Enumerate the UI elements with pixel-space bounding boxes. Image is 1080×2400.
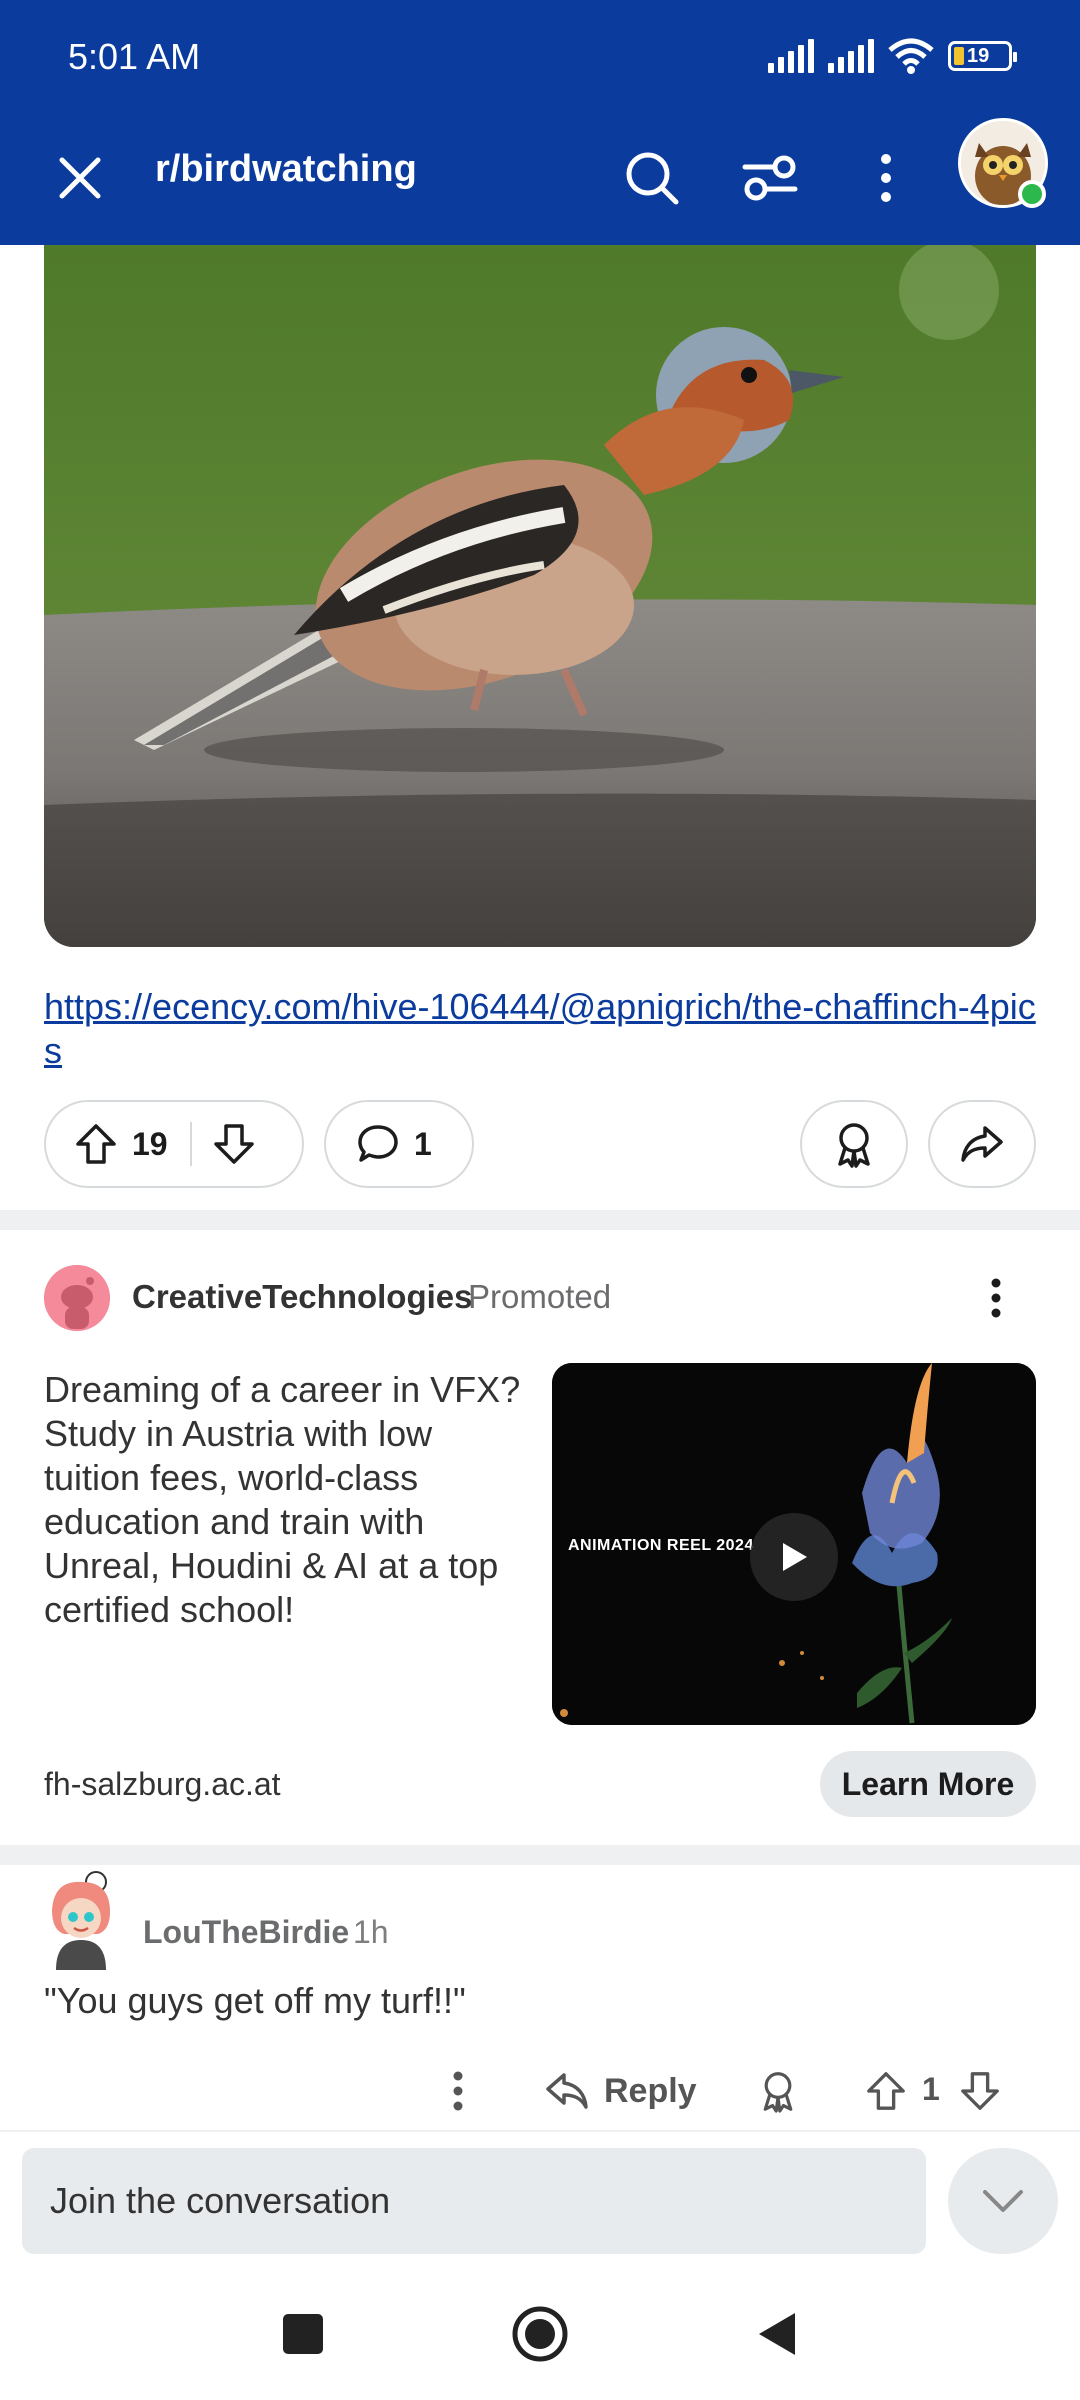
learn-more-button[interactable]: Learn More: [820, 1751, 1036, 1817]
comment-more-button[interactable]: [428, 2061, 488, 2121]
award-icon: [763, 2072, 793, 2113]
comment-icon: [358, 1125, 398, 1162]
signal-icon: [768, 39, 814, 73]
system-nav-bar: [0, 2265, 1080, 2400]
status-time: 5:01 AM: [68, 36, 201, 77]
divider: [0, 1845, 1080, 1865]
divider: [0, 1210, 1080, 1230]
upvote-icon[interactable]: [74, 1122, 118, 1166]
app-header: 5:01 AM 19 r/birdwatching: [0, 0, 1080, 245]
sort-button[interactable]: [730, 138, 810, 218]
comment-actions: Reply 1: [0, 2055, 1080, 2125]
comment-time: 1h: [353, 1914, 389, 1950]
comment-avatar[interactable]: [38, 1870, 124, 1970]
sort-filter-icon: [742, 155, 798, 201]
promoted-label: Promoted: [468, 1278, 612, 1315]
search-icon: [626, 152, 679, 205]
play-icon: [783, 1543, 807, 1571]
post-actions: 19 1: [44, 1100, 1036, 1188]
award-icon: [838, 1123, 870, 1168]
compose-bar: Join the conversation: [0, 2130, 1080, 2265]
back-triangle-icon: [759, 2313, 795, 2355]
downvote-icon[interactable]: [212, 1122, 256, 1166]
share-icon: [961, 1126, 1003, 1162]
vertical-dots-icon: [881, 154, 891, 202]
close-icon: [59, 157, 101, 199]
square-icon: [283, 2314, 323, 2354]
comment-upvote-button[interactable]: [856, 2061, 916, 2121]
promoted-author[interactable]: CreativeTechnologies: [132, 1278, 473, 1316]
wifi-icon: [888, 38, 934, 74]
vertical-dots-icon: [453, 2071, 463, 2111]
promoted-domain[interactable]: fh-salzburg.ac.at: [44, 1766, 281, 1803]
chaffinch-photo: [44, 245, 1036, 947]
comment-body: "You guys get off my turf!!": [44, 1980, 466, 2021]
upvote-icon: [867, 2072, 905, 2110]
home-button[interactable]: [495, 2289, 585, 2379]
promoted-avatar[interactable]: [44, 1265, 110, 1331]
comment-username[interactable]: LouTheBirdie: [143, 1914, 349, 1951]
reply-label: Reply: [604, 2071, 697, 2110]
play-button[interactable]: [750, 1513, 838, 1601]
close-button[interactable]: [44, 142, 116, 214]
video-label: ANIMATION REEL 2024: [568, 1537, 754, 1554]
subreddit-title[interactable]: r/birdwatching: [155, 148, 417, 191]
reply-icon: [546, 2073, 588, 2109]
promoted-video[interactable]: ANIMATION REEL 2024: [552, 1363, 1036, 1725]
vote-count: 19: [132, 1125, 168, 1162]
online-indicator: [1018, 180, 1046, 208]
vote-bar: 19: [44, 1100, 304, 1188]
more-options-button[interactable]: [846, 138, 926, 218]
search-button[interactable]: [612, 138, 692, 218]
promoted-more-button[interactable]: [966, 1268, 1026, 1328]
comment-count: 1: [414, 1125, 432, 1162]
post-image[interactable]: [44, 245, 1036, 947]
battery-level: 19: [967, 44, 990, 67]
comment-award-button[interactable]: [748, 2061, 808, 2121]
promoted-text[interactable]: Dreaming of a career in VFX? Study in Au…: [44, 1368, 534, 1632]
snoo-avatar-icon: [44, 1265, 110, 1331]
status-bar: 5:01 AM 19: [0, 0, 1080, 120]
circle-home-icon: [512, 2306, 568, 2362]
vertical-dots-icon: [991, 1278, 1001, 1318]
reply-button[interactable]: Reply: [544, 2061, 697, 2121]
award-button[interactable]: [800, 1100, 908, 1188]
status-icons: 19: [768, 38, 1017, 74]
comments-button[interactable]: 1: [324, 1100, 474, 1188]
signal-icon-2: [828, 39, 874, 73]
share-button[interactable]: [928, 1100, 1036, 1188]
chevron-down-icon: [983, 2190, 1023, 2212]
join-conversation-input[interactable]: Join the conversation: [22, 2148, 926, 2254]
battery-icon: 19: [948, 41, 1017, 71]
cartoon-avatar-icon: [52, 1871, 110, 1970]
toolbar: r/birdwatching: [0, 120, 1080, 245]
recents-button[interactable]: [258, 2289, 348, 2379]
comment-downvote-button[interactable]: [950, 2061, 1010, 2121]
downvote-icon: [961, 2072, 999, 2110]
post-link[interactable]: https://ecency.com/hive-106444/@apnigric…: [44, 985, 1044, 1073]
back-button[interactable]: [732, 2289, 822, 2379]
collapse-button[interactable]: [948, 2148, 1058, 2254]
comment-vote-count: 1: [922, 2071, 940, 2107]
